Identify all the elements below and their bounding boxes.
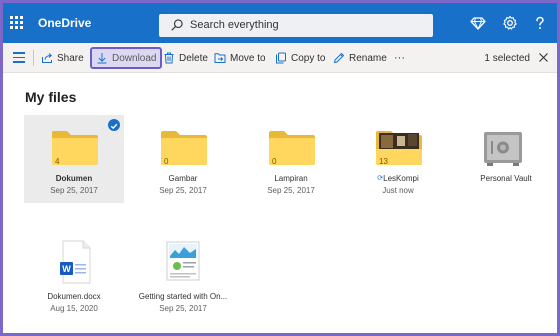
share-icon bbox=[42, 53, 53, 63]
pdf-thumbnail-icon bbox=[166, 241, 200, 281]
file-tile-personal-vault[interactable]: Personal Vault bbox=[456, 115, 556, 203]
item-name: Personal Vault bbox=[480, 174, 532, 183]
hamburger-menu-icon[interactable] bbox=[13, 52, 25, 63]
copy-to-button[interactable]: Copy to bbox=[275, 47, 325, 69]
svg-text:W: W bbox=[62, 264, 71, 274]
selection-count: 1 selected bbox=[484, 53, 530, 64]
item-count: 4 bbox=[55, 157, 60, 166]
page-title: My files bbox=[25, 89, 77, 105]
divider bbox=[33, 50, 34, 66]
search-placeholder: Search everything bbox=[190, 19, 279, 31]
rename-button[interactable]: Rename bbox=[333, 47, 387, 69]
rename-label: Rename bbox=[349, 52, 387, 64]
file-tile-dokumen-folder[interactable]: 4 Dokumen Sep 25, 2017 bbox=[24, 115, 124, 203]
app-title[interactable]: OneDrive bbox=[38, 16, 91, 30]
item-name: Lampiran bbox=[274, 174, 308, 183]
item-name: Gambar bbox=[168, 174, 198, 183]
delete-button[interactable]: Delete bbox=[163, 47, 208, 69]
onedrive-window: OneDrive Search everything Share Downloa… bbox=[3, 3, 557, 333]
share-label: Share bbox=[57, 52, 84, 64]
download-icon bbox=[97, 53, 107, 64]
more-icon: ··· bbox=[394, 52, 405, 64]
share-button[interactable]: Share bbox=[41, 47, 84, 69]
file-tile-getting-started-pdf[interactable]: Getting started with On... Sep 25, 2017 bbox=[133, 233, 233, 321]
gear-icon[interactable] bbox=[502, 15, 518, 31]
item-name: Getting started with On... bbox=[138, 292, 228, 301]
item-count: 13 bbox=[379, 157, 388, 166]
file-tile-leskompi-folder[interactable]: 13 ⟳LesKompi Just now bbox=[348, 115, 448, 203]
move-to-button[interactable]: Move to bbox=[214, 47, 266, 69]
item-date: Just now bbox=[382, 186, 414, 195]
file-tile-lampiran-folder[interactable]: 0 Lampiran Sep 25, 2017 bbox=[241, 115, 341, 203]
app-header: OneDrive Search everything bbox=[3, 3, 557, 43]
item-name: Dokumen.docx bbox=[47, 292, 101, 301]
item-name: ⟳LesKompi bbox=[377, 174, 419, 183]
close-icon[interactable] bbox=[538, 52, 549, 63]
word-document-icon: W bbox=[60, 240, 91, 284]
item-date: Sep 25, 2017 bbox=[159, 304, 207, 313]
item-count: 0 bbox=[164, 157, 169, 166]
item-count: 0 bbox=[272, 157, 277, 166]
download-button[interactable]: Download bbox=[90, 47, 163, 69]
pencil-icon bbox=[334, 53, 344, 63]
copy-icon bbox=[276, 52, 286, 64]
diamond-icon[interactable] bbox=[470, 15, 486, 31]
item-date: Aug 15, 2020 bbox=[50, 304, 98, 313]
command-bar: Share Download Delete Move to Copy to Re… bbox=[3, 43, 557, 73]
item-name: Dokumen bbox=[55, 174, 93, 183]
search-icon bbox=[171, 19, 183, 31]
download-label: Download bbox=[112, 52, 157, 64]
move-to-label: Move to bbox=[230, 52, 266, 64]
item-date: Sep 25, 2017 bbox=[267, 186, 315, 195]
waffle-icon[interactable] bbox=[10, 16, 23, 29]
more-button[interactable]: ··· bbox=[394, 47, 405, 69]
search-box[interactable]: Search everything bbox=[159, 14, 433, 37]
item-date: Sep 25, 2017 bbox=[50, 186, 98, 195]
move-icon bbox=[214, 53, 226, 63]
file-tile-gambar-folder[interactable]: 0 Gambar Sep 25, 2017 bbox=[133, 115, 233, 203]
file-tile-dokumen-docx[interactable]: W Dokumen.docx Aug 15, 2020 bbox=[24, 233, 124, 321]
help-icon[interactable] bbox=[532, 15, 548, 31]
trash-icon bbox=[164, 52, 174, 64]
vault-icon bbox=[484, 132, 522, 166]
checkmark-icon[interactable] bbox=[108, 119, 120, 131]
delete-label: Delete bbox=[179, 52, 208, 64]
copy-to-label: Copy to bbox=[291, 52, 326, 64]
item-date: Sep 25, 2017 bbox=[159, 186, 207, 195]
